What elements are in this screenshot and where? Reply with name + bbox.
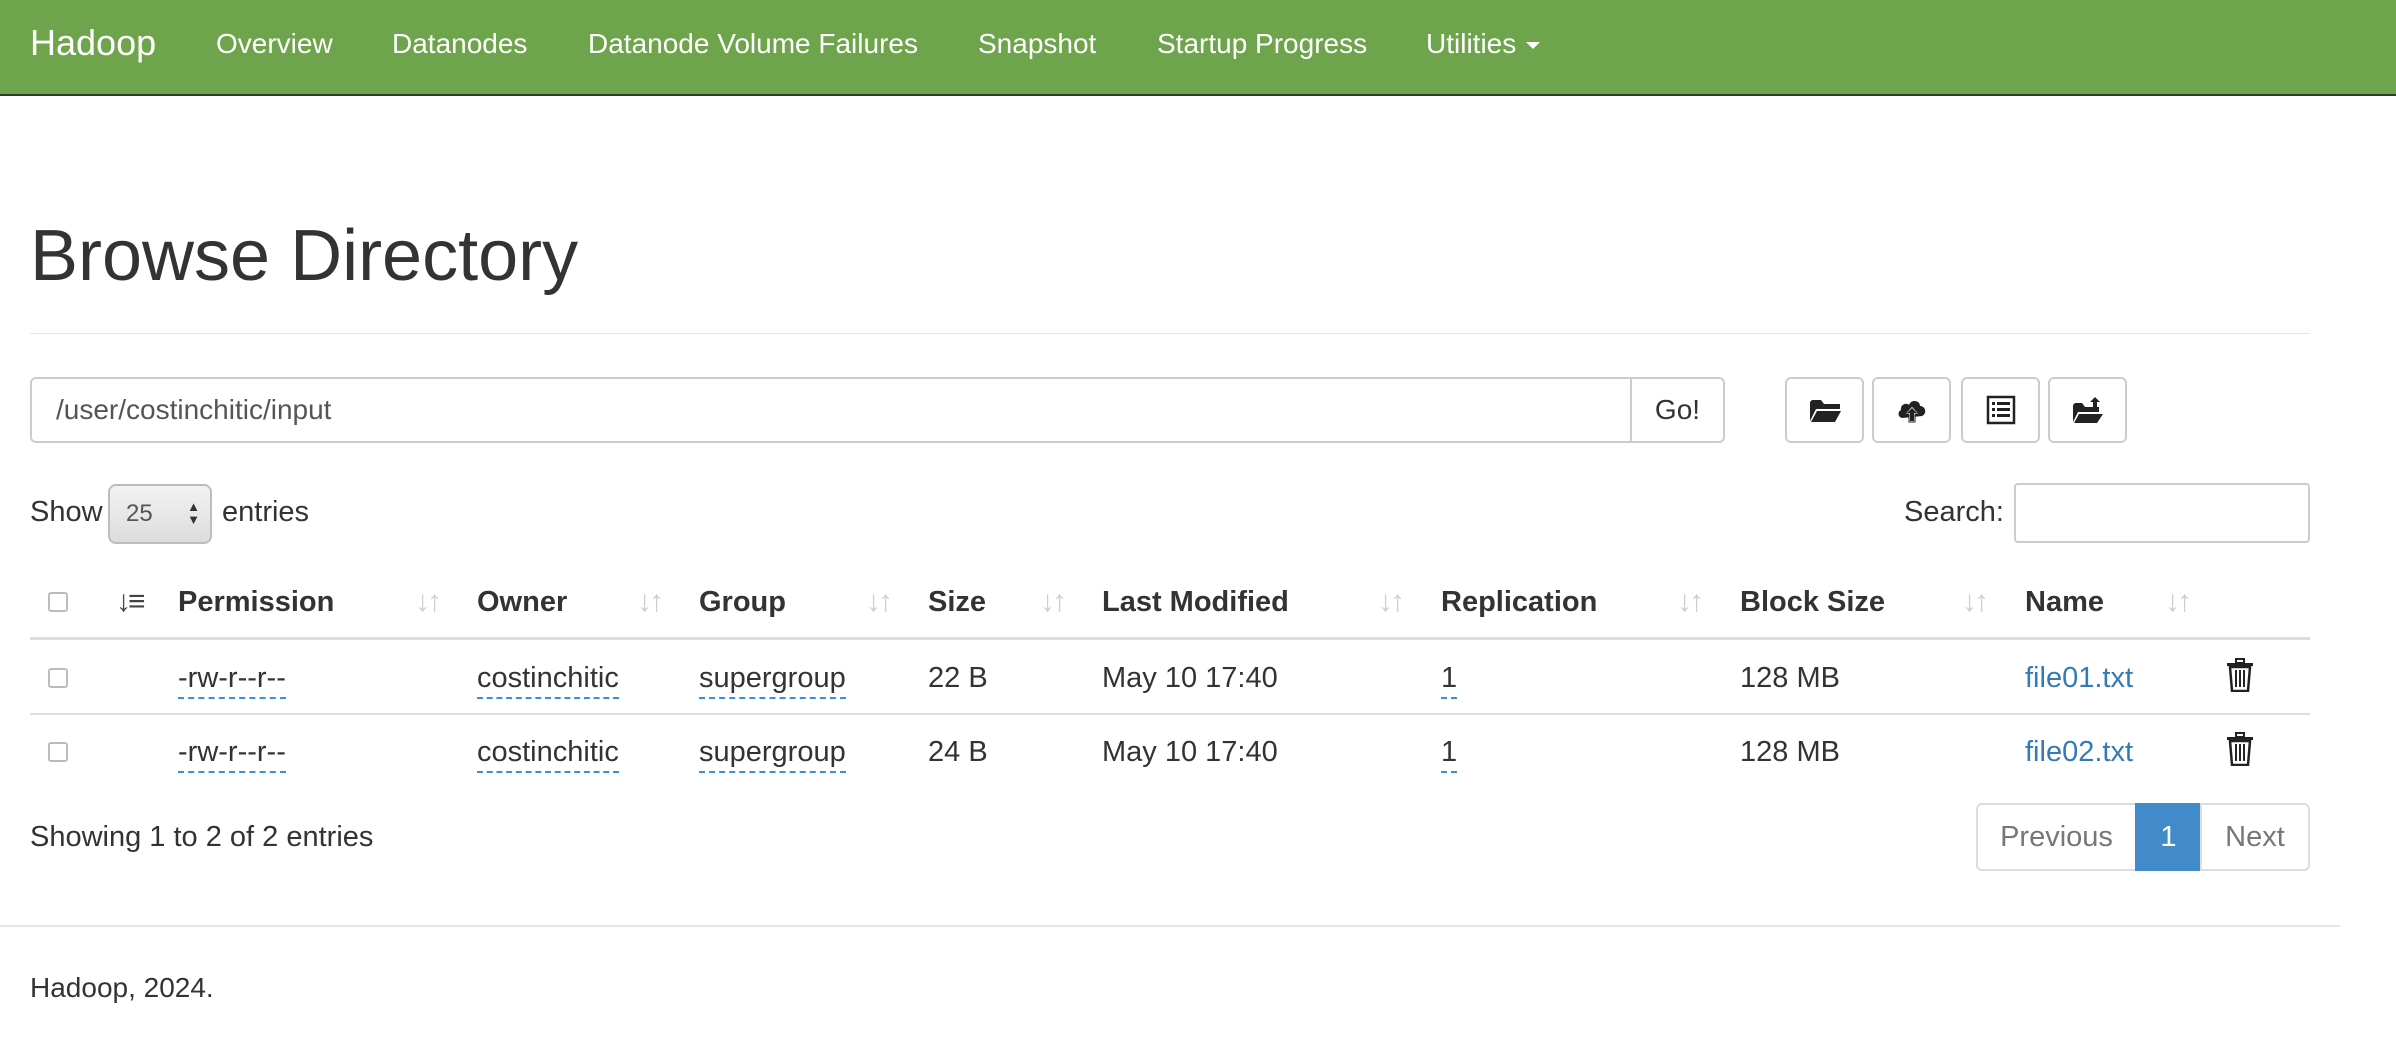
replication-cell[interactable]: 1: [1441, 662, 1458, 699]
select-arrows-icon: ▲ ▼: [187, 499, 200, 527]
row-checkbox[interactable]: [48, 668, 68, 688]
row-checkbox[interactable]: [48, 742, 68, 762]
caret-down-icon: [1526, 42, 1541, 50]
nav-startup-progress[interactable]: Startup Progress: [1157, 28, 1367, 60]
column-header-permission[interactable]: Permission: [178, 586, 334, 619]
column-header-group[interactable]: Group: [699, 586, 786, 619]
last-modified-cell: May 10 17:40: [1102, 736, 1278, 768]
sort-icon[interactable]: ↓↑: [415, 585, 442, 619]
move-folder-icon: [2072, 397, 2103, 423]
block-size-cell: 128 MB: [1740, 736, 1840, 768]
nav-datanodes[interactable]: Datanodes: [392, 28, 527, 60]
top-navbar: Hadoop Overview Datanodes Datanode Volum…: [0, 0, 2396, 96]
size-cell: 22 B: [928, 662, 988, 694]
nav-snapshot[interactable]: Snapshot: [978, 28, 1096, 60]
previous-page-button[interactable]: Previous: [1976, 803, 2137, 871]
size-cell: 24 B: [928, 736, 988, 768]
footer-divider: [0, 925, 2340, 927]
trash-icon[interactable]: [2225, 658, 2255, 692]
sort-icon[interactable]: ↓↑: [2165, 585, 2192, 619]
last-modified-cell: May 10 17:40: [1102, 662, 1278, 694]
sort-icon[interactable]: ↓↑: [1378, 585, 1405, 619]
nav-utilities-dropdown[interactable]: Utilities: [1426, 28, 1541, 60]
sort-icon[interactable]: ↓↑: [866, 585, 893, 619]
group-cell[interactable]: supergroup: [699, 736, 846, 773]
row-divider: [30, 713, 2310, 715]
column-header-owner[interactable]: Owner: [477, 586, 567, 619]
replication-cell[interactable]: 1: [1441, 736, 1458, 773]
search-label: Search:: [1904, 496, 2004, 528]
sort-icon[interactable]: ↓↑: [1040, 585, 1067, 619]
column-header-replication[interactable]: Replication: [1441, 586, 1597, 619]
create-directory-button[interactable]: [1785, 377, 1864, 443]
next-page-button[interactable]: Next: [2200, 803, 2310, 871]
directory-path-input[interactable]: [30, 377, 1631, 443]
block-size-cell: 128 MB: [1740, 662, 1840, 694]
column-header-size[interactable]: Size: [928, 586, 986, 619]
cloud-upload-icon: [1898, 400, 1925, 423]
page-title: Browse Directory: [30, 216, 579, 296]
permission-cell[interactable]: -rw-r--r--: [178, 662, 286, 699]
nav-overview[interactable]: Overview: [216, 28, 333, 60]
column-header-name[interactable]: Name: [2025, 586, 2104, 619]
sort-icon[interactable]: ↓↑: [637, 585, 664, 619]
footer-text: Hadoop, 2024.: [30, 972, 214, 1003]
sort-icon[interactable]: ↓↑: [1962, 585, 1989, 619]
permission-cell[interactable]: -rw-r--r--: [178, 736, 286, 773]
entries-per-page-value: 25: [126, 500, 153, 527]
brand-logo-link[interactable]: Hadoop: [30, 22, 156, 64]
list-alt-icon: [1986, 395, 2015, 425]
folder-open-icon: [1809, 400, 1841, 422]
select-all-checkbox[interactable]: [48, 592, 68, 612]
owner-cell[interactable]: costinchitic: [477, 736, 619, 773]
file-name-link[interactable]: file01.txt: [2025, 662, 2133, 695]
title-divider: [30, 333, 2310, 334]
show-label: Show: [30, 496, 103, 528]
column-header-last-modified[interactable]: Last Modified: [1102, 586, 1289, 619]
nav-datanode-volume-failures[interactable]: Datanode Volume Failures: [588, 28, 918, 60]
entries-per-page-select[interactable]: 25 ▲ ▼: [108, 484, 212, 544]
group-cell[interactable]: supergroup: [699, 662, 846, 699]
view-contents-button[interactable]: [1961, 377, 2040, 443]
go-button[interactable]: Go!: [1630, 377, 1725, 443]
column-header-block-size[interactable]: Block Size: [1740, 586, 1885, 619]
move-button[interactable]: [2048, 377, 2127, 443]
table-info-summary: Showing 1 to 2 of 2 entries: [30, 821, 374, 853]
upload-files-button[interactable]: [1872, 377, 1951, 443]
page-1-button[interactable]: 1: [2135, 803, 2202, 871]
trash-icon[interactable]: [2225, 732, 2255, 766]
sort-icon[interactable]: ↓↑: [1677, 585, 1704, 619]
owner-cell[interactable]: costinchitic: [477, 662, 619, 699]
table-header-divider: [30, 637, 2310, 640]
nav-utilities-label: Utilities: [1426, 28, 1517, 59]
entries-label: entries: [222, 496, 310, 528]
search-input[interactable]: [2014, 483, 2310, 543]
file-name-link[interactable]: file02.txt: [2025, 736, 2133, 769]
sort-ascending-icon[interactable]: ↓≡: [116, 585, 145, 619]
